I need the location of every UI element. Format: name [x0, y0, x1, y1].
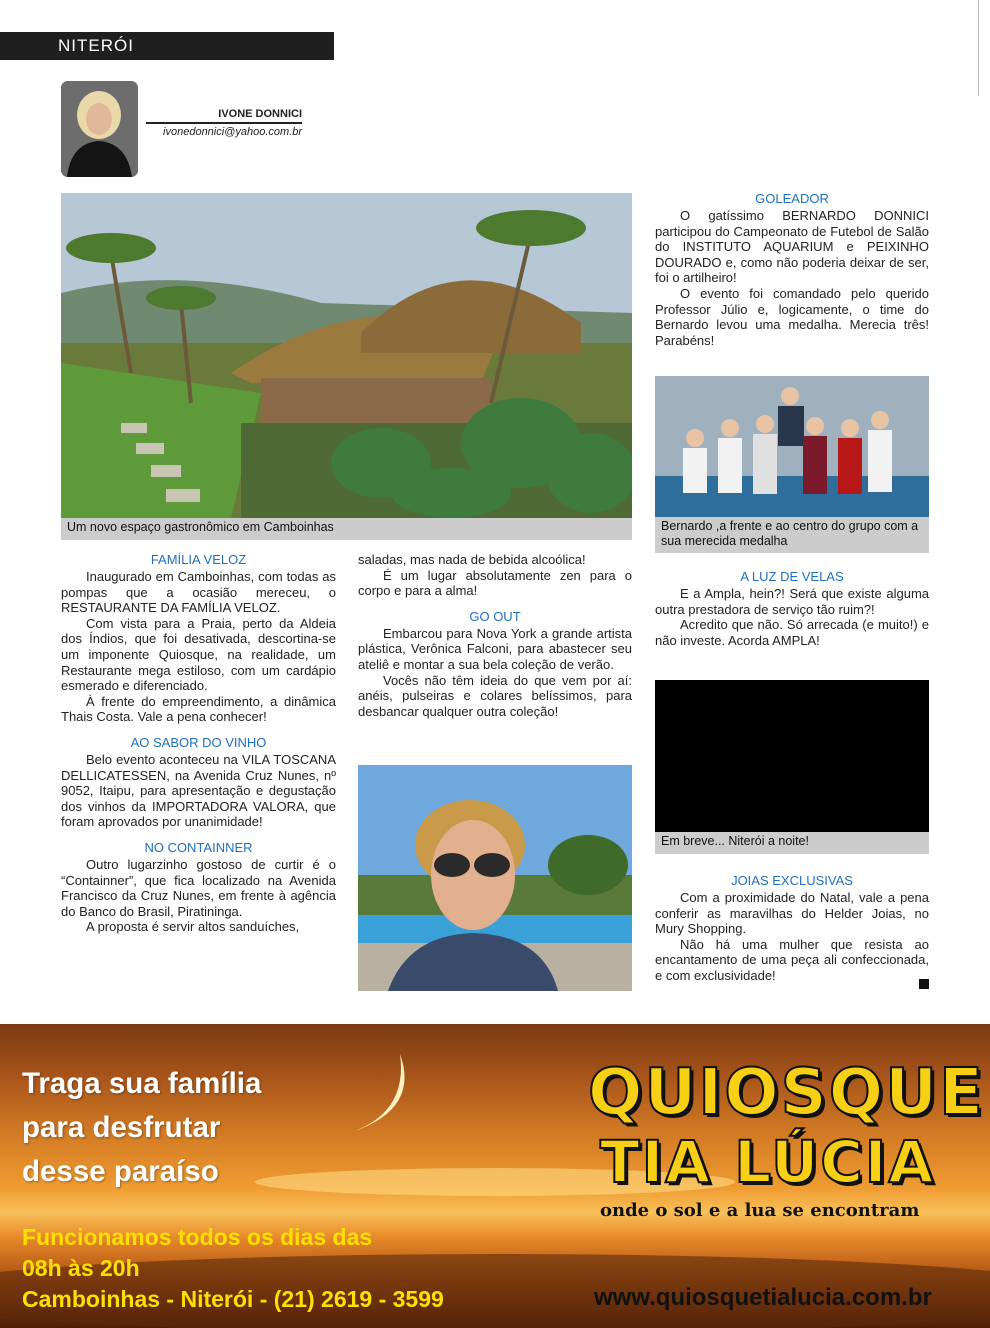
- team-photo-caption: Bernardo ,a frente e ao centro do grupo …: [655, 517, 929, 553]
- column-2: saladas, mas nada de bebida alcoólica! É…: [358, 552, 632, 719]
- author-photo: [61, 81, 138, 177]
- heading-goleador: GOLEADOR: [755, 191, 829, 206]
- paragraph: Embarcou para Nova York a grande artista…: [358, 625, 632, 672]
- logo-tia-lucia: TIA LÚCIA: [599, 1127, 936, 1197]
- paragraph: Com a proximidade do Natal, vale a pena …: [655, 890, 929, 937]
- ad-hours-line: 08h às 20h: [22, 1255, 140, 1281]
- column-3-middle: A LUZ DE VELAS E a Ampla, hein?! Será qu…: [655, 569, 929, 648]
- column-3-top: GOLEADOR O gatíssimo BERNARDO DONNICI pa…: [655, 191, 929, 348]
- paragraph: Não há uma mulher que resista ao encanta…: [655, 936, 929, 983]
- night-caption-text: Em breve... Niterói a noite!: [661, 834, 809, 848]
- paragraph: Outro lugarzinho gostoso de curtir é o “…: [61, 856, 336, 919]
- column-1: FAMÍLIA VELOZ Inaugurado em Camboinhas, …: [61, 552, 336, 935]
- paragraph: saladas, mas nada de bebida alcoólica!: [358, 552, 586, 567]
- restaurant-photo: [61, 193, 632, 518]
- author-byline: IVONE DONNICI ivonedonnici@yahoo.com.br: [146, 108, 302, 138]
- page-edge-rule: [978, 0, 979, 96]
- paragraph: E a Ampla, hein?! Será que existe alguma…: [655, 586, 929, 617]
- paragraph: A proposta é servir altos sanduíches,: [86, 919, 300, 935]
- team-caption-text: Bernardo ,a frente e ao centro do grupo …: [661, 519, 919, 548]
- logo-quiosque: QUIOSQUE: [587, 1055, 985, 1131]
- paragraph: Belo evento aconteceu na VILA TOSCANA DE…: [61, 751, 336, 830]
- portrait-photo: [358, 765, 632, 991]
- heading-no-containner: NO CONTAINNER: [144, 839, 253, 855]
- column-3-bottom: JOIAS EXCLUSIVAS Com a proximidade do Na…: [655, 873, 929, 984]
- paragraph: À frente do empreendimento, a dinâmica T…: [61, 693, 336, 725]
- night-photo-caption: Em breve... Niterói a noite!: [655, 832, 929, 854]
- main-caption-text: Um novo espaço gastronômico em Camboinha…: [67, 520, 334, 534]
- night-photo-placeholder: [655, 680, 929, 832]
- logo-tagline: onde o sol e a lua se encontram: [600, 1200, 920, 1221]
- heading-ao-sabor-do-vinho: AO SABOR DO VINHO: [130, 734, 267, 750]
- section-title: NITERÓI: [58, 36, 134, 55]
- paragraph: Inaugurado em Camboinhas, com todas as p…: [61, 569, 336, 616]
- heading-familia-veloz: FAMÍLIA VELOZ: [150, 552, 247, 567]
- author-email: ivonedonnici@yahoo.com.br: [163, 126, 302, 138]
- section-header: NITERÓI: [0, 32, 334, 60]
- paragraph: Acredito que não. Só arrecada (e muito!)…: [655, 617, 929, 648]
- team-photo: [655, 376, 929, 517]
- author-name: IVONE DONNICI: [146, 108, 302, 124]
- heading-joias-exclusivas: JOIAS EXCLUSIVAS: [731, 873, 853, 888]
- advertisement-banner: Traga sua família para desfrutar desse p…: [0, 1024, 990, 1328]
- main-photo-caption: Um novo espaço gastronômico em Camboinha…: [61, 518, 632, 540]
- website-url: www.quiosquetialucia.com.br: [594, 1284, 932, 1311]
- paragraph: Com vista para a Praia, perto da Aldeia …: [61, 615, 336, 694]
- ad-headline-line: Traga sua família: [22, 1067, 262, 1100]
- end-of-article-mark: [919, 979, 929, 989]
- ad-hours-line: Funcionamos todos os dias das: [22, 1224, 373, 1250]
- ad-headline: Traga sua família para desfrutar desse p…: [22, 1062, 261, 1194]
- heading-go-out: GO OUT: [469, 608, 521, 624]
- ad-headline-line: desse paraíso: [22, 1155, 219, 1188]
- ad-phone-line: Camboinhas - Niterói - (21) 2619 - 3599: [22, 1286, 444, 1312]
- paragraph: É um lugar absolutamente zen para o corp…: [358, 567, 632, 599]
- paragraph: O evento foi comandado pelo querido Prof…: [655, 285, 929, 348]
- heading-a-luz-de-velas: A LUZ DE VELAS: [740, 569, 844, 584]
- ad-headline-line: para desfrutar: [22, 1111, 221, 1144]
- paragraph: O gatíssimo BERNARDO DONNICI participou …: [655, 208, 929, 286]
- ad-hours: Funcionamos todos os dias das 08h às 20h…: [22, 1222, 444, 1315]
- paragraph: Vocês não têm ideia do que vem por aí: a…: [358, 672, 632, 719]
